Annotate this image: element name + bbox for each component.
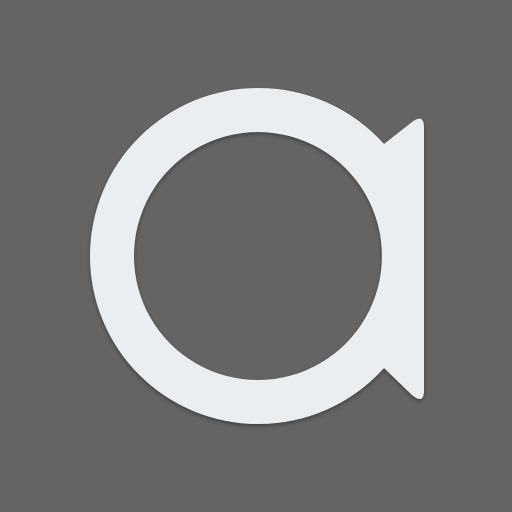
app-logo-a-icon (90, 87, 424, 425)
app-icon-canvas (0, 0, 512, 512)
